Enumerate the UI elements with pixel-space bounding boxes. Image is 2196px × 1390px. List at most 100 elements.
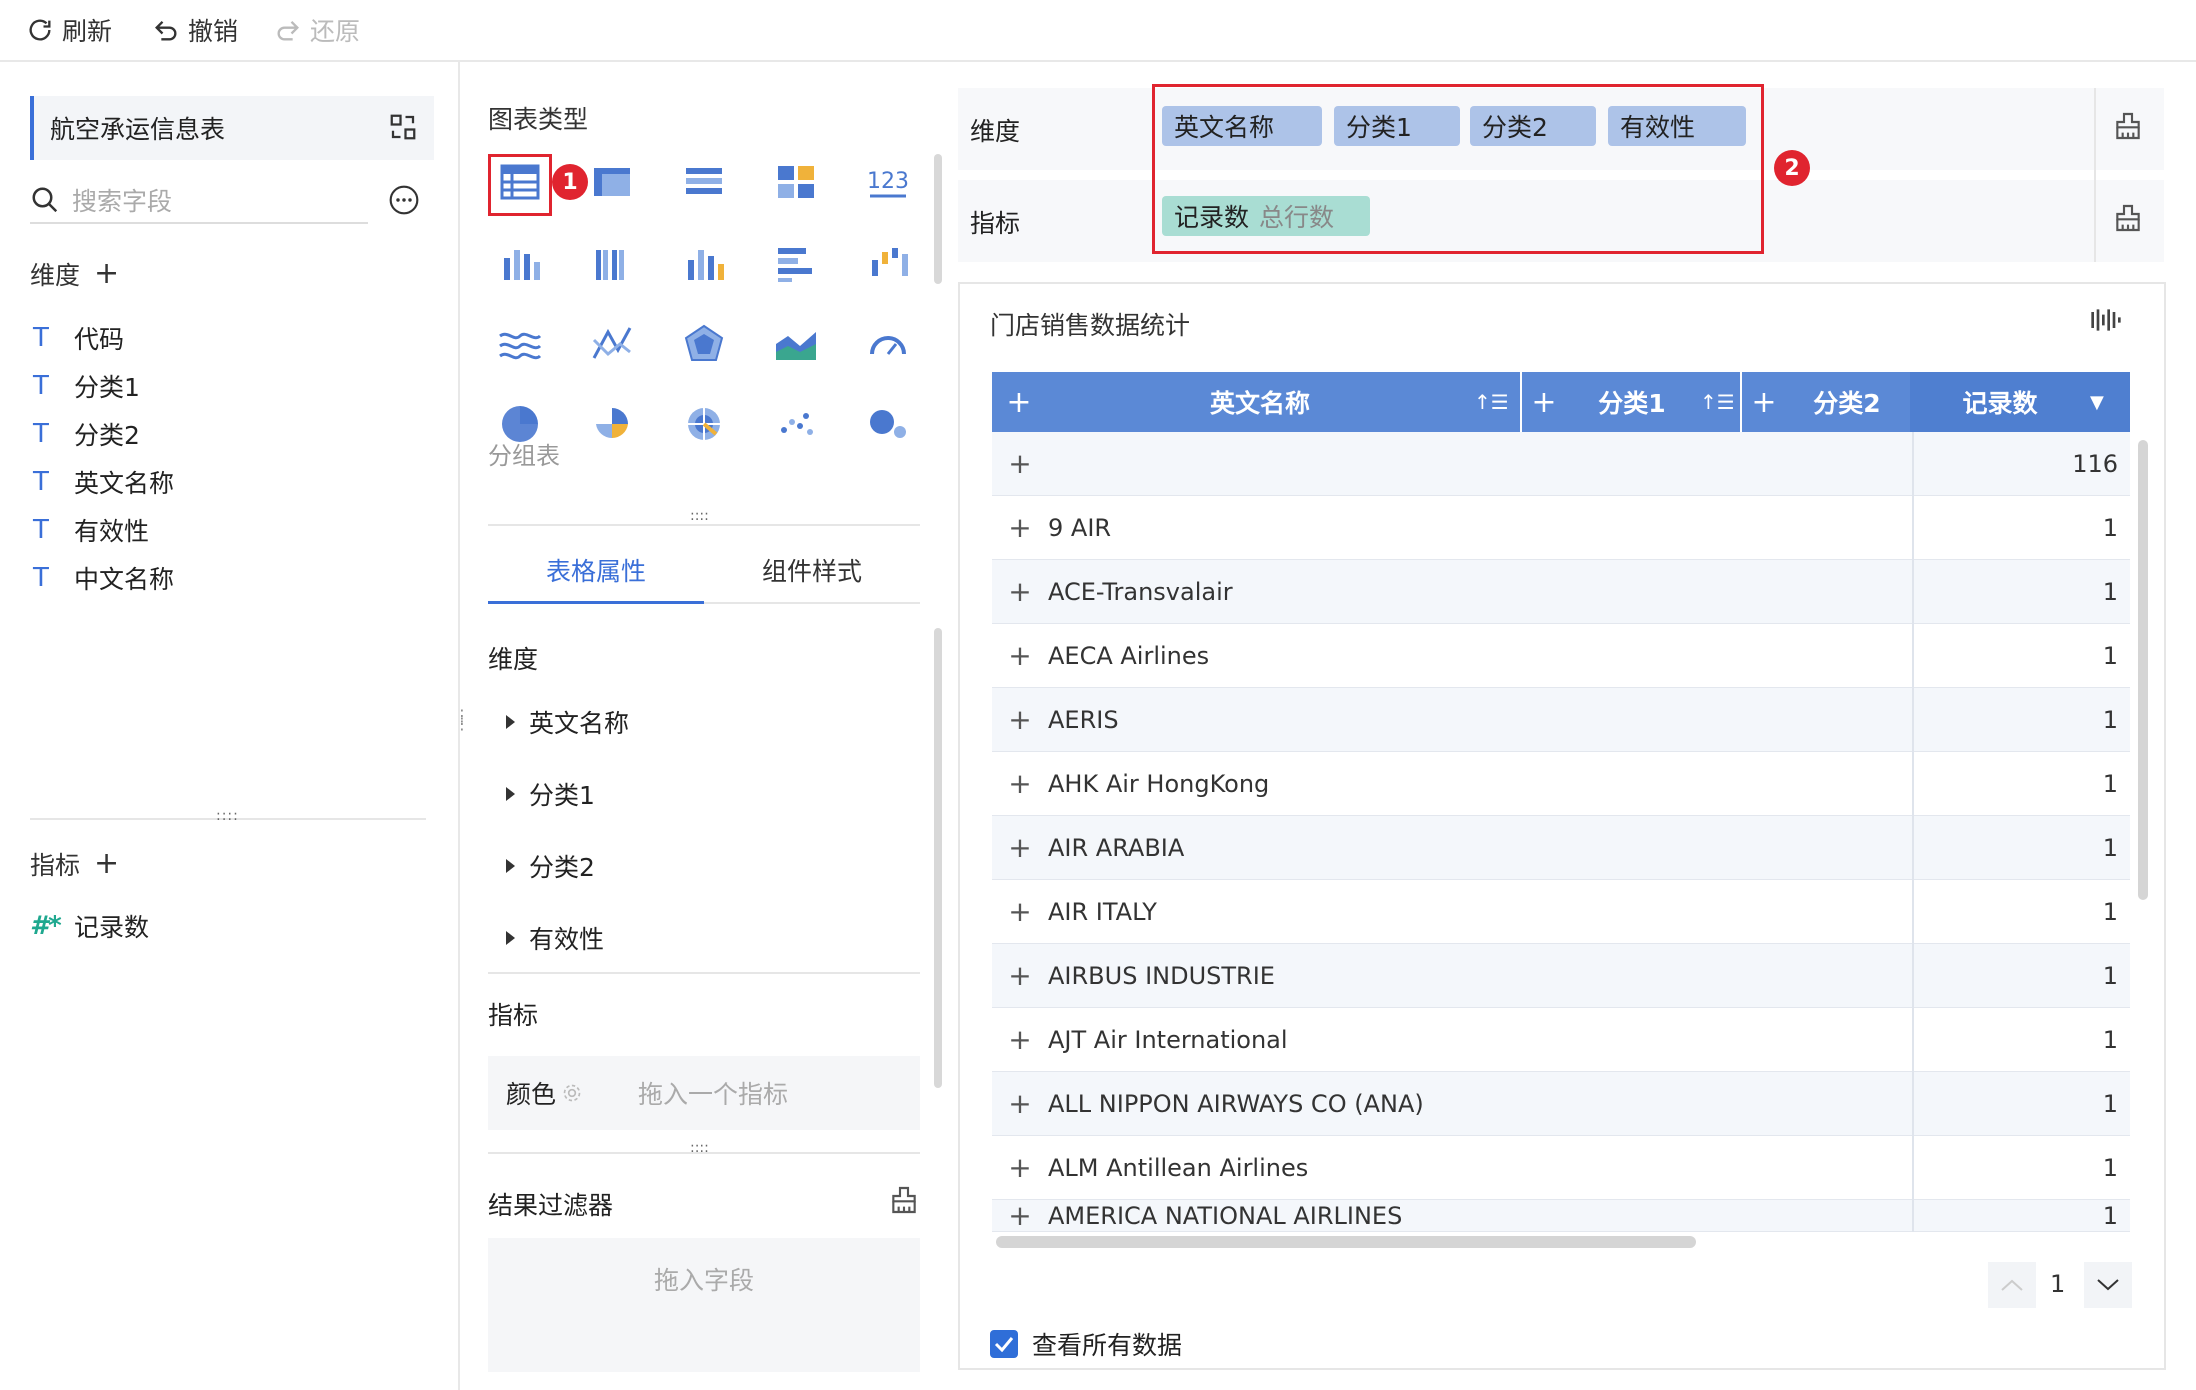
expand-icon[interactable]: + [1744,385,1784,420]
filter-clear-icon[interactable] [888,1184,920,1216]
expand-row-icon[interactable]: + [992,703,1048,736]
expand-row-icon[interactable]: + [992,1200,1048,1231]
resize-handle-icon[interactable]: :::: [690,508,709,524]
caret-right-icon[interactable] [506,715,515,729]
expand-row-icon[interactable]: + [992,959,1048,992]
add-dimension-icon[interactable]: + [94,259,119,289]
scatter-chart-icon[interactable] [772,400,820,448]
dataset-title[interactable]: 航空承运信息表 [30,96,434,160]
panel-resize-handle-icon[interactable]: ⋮ ⋮ [454,708,470,732]
line-chart-icon[interactable] [496,320,544,368]
dimension-clear-icon[interactable] [2112,110,2144,142]
dimension-field[interactable]: T 分类1 [30,366,140,406]
search-input[interactable]: 搜索字段 [72,182,172,218]
column-header-english-name[interactable]: + 英文名称 ↑☰ [992,372,1522,432]
scrollbar[interactable] [934,628,942,1088]
redo-button[interactable]: 还原 [274,8,360,52]
expand-icon[interactable]: + [992,385,1046,420]
bubble-chart-icon[interactable] [864,400,912,448]
table-row[interactable]: + AHK Air HongKong 1 [992,752,2130,816]
resize-handle-icon[interactable]: :::: [216,808,242,824]
page-up-button[interactable] [1988,1262,2036,1308]
property-dimension-item[interactable]: 分类1 [506,776,595,812]
switch-dataset-icon[interactable] [388,112,418,142]
checkbox-checked-icon[interactable] [990,1330,1018,1358]
table-row[interactable]: + AIR ARABIA 1 [992,816,2130,880]
scrollbar[interactable] [934,154,942,284]
caret-right-icon[interactable] [506,931,515,945]
metric-clear-icon[interactable] [2112,202,2144,234]
undo-button[interactable]: 撤销 [152,8,238,52]
table-row[interactable]: +9 AIR 1 [992,496,2130,560]
grouped-bar-icon[interactable] [588,240,636,288]
metric-card-icon[interactable] [772,158,820,206]
sort-icon[interactable]: ↑☰ [1700,390,1740,414]
page-down-button[interactable] [2084,1262,2132,1308]
table-row[interactable]: + AERIS 1 [992,688,2130,752]
property-dimension-item[interactable]: 英文名称 [506,704,629,740]
tab-component-style[interactable]: 组件样式 [704,538,920,604]
waterfall-icon[interactable] [864,240,912,288]
combo-line-icon[interactable] [588,320,636,368]
area-chart-icon[interactable] [772,320,820,368]
number-card-icon[interactable]: 123 [864,158,912,206]
table-row[interactable]: + AJT Air International 1 [992,1008,2130,1072]
expand-row-icon[interactable]: + [992,895,1048,928]
column-header-category1[interactable]: + 分类1 ↑☰ [1524,372,1742,432]
dimension-field[interactable]: T 中文名称 [30,558,174,598]
table-row[interactable]: + ALM Antillean Airlines 1 [992,1136,2130,1200]
stacked-bar-icon[interactable] [496,240,544,288]
expand-icon[interactable]: + [1524,385,1564,420]
caret-right-icon[interactable] [506,787,515,801]
detail-table-icon[interactable] [680,158,728,206]
refresh-button[interactable]: 刷新 [26,8,112,52]
vertical-scrollbar[interactable] [2138,440,2148,900]
table-row[interactable]: + ACE-Transvalair 1 [992,560,2130,624]
text-type-icon: T [33,323,49,353]
tab-table-properties[interactable]: 表格属性 [488,538,704,604]
view-all-data-checkbox[interactable]: 查看所有数据 [990,1326,1182,1362]
dimension-field[interactable]: T 代码 [30,318,124,358]
color-drop-zone[interactable]: 颜色 拖入一个指标 [488,1056,920,1130]
table-row[interactable]: + AMERICA NATIONAL AIRLINES 1 [992,1200,2130,1232]
dimension-field[interactable]: T 英文名称 [30,462,174,502]
chart-settings-icon[interactable] [2090,306,2122,334]
rose-chart-icon[interactable] [588,400,636,448]
bar-chart-icon[interactable] [680,240,728,288]
expand-row-icon[interactable]: + [992,1151,1048,1184]
radar-chart-icon[interactable] [680,320,728,368]
dimension-field[interactable]: T 有效性 [30,510,149,550]
settings-icon[interactable] [562,1083,582,1103]
column-header-category2[interactable]: + 分类2 [1744,372,1910,432]
expand-row-icon[interactable]: + [992,1023,1048,1056]
expand-row-icon[interactable]: + [992,575,1048,608]
table-row[interactable]: +116 [992,432,2130,496]
property-dimension-item[interactable]: 有效性 [506,920,604,956]
table-row[interactable]: + AIR ITALY 1 [992,880,2130,944]
sunburst-icon[interactable] [680,400,728,448]
property-dimension-item[interactable]: 分类2 [506,848,595,884]
search-field[interactable]: 搜索字段 [30,178,368,224]
more-options-icon[interactable] [388,184,420,216]
horizontal-bar-icon[interactable] [772,240,820,288]
caret-right-icon[interactable] [506,859,515,873]
expand-row-icon[interactable]: + [992,639,1048,672]
gauge-icon[interactable] [864,320,912,368]
expand-row-icon[interactable]: + [992,447,1048,480]
metric-field[interactable]: #* 记录数 [30,906,149,946]
cross-table-icon[interactable] [588,158,636,206]
horizontal-scrollbar[interactable] [996,1236,1696,1248]
column-header-record-count[interactable]: 记录数 ▼ [1910,372,2130,432]
dimension-field[interactable]: T 分类2 [30,414,140,454]
table-row[interactable]: + AIRBUS INDUSTRIE 1 [992,944,2130,1008]
add-metric-icon[interactable]: + [94,849,119,879]
sort-icon[interactable]: ↑☰ [1474,390,1520,414]
dropdown-icon[interactable]: ▼ [2090,392,2130,413]
expand-row-icon[interactable]: + [992,1087,1048,1120]
filter-drop-zone[interactable]: 拖入字段 [488,1238,920,1372]
expand-row-icon[interactable]: + [992,767,1048,800]
table-row[interactable]: + AECA Airlines 1 [992,624,2130,688]
table-row[interactable]: + ALL NIPPON AIRWAYS CO (ANA) 1 [992,1072,2130,1136]
expand-row-icon[interactable]: + [992,831,1048,864]
expand-row-icon[interactable]: + [992,511,1048,544]
